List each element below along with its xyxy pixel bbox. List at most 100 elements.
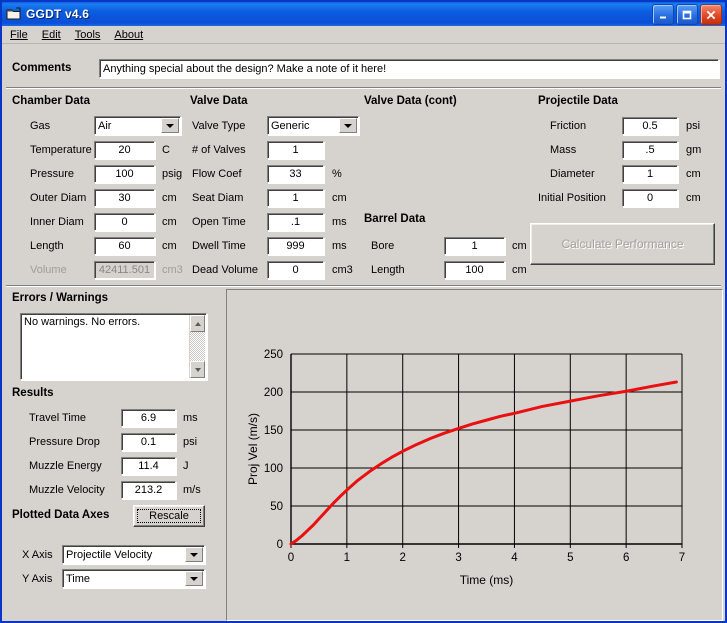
client-area: Comments Anything special about the desi…	[2, 45, 725, 621]
menu-item-file[interactable]: File	[10, 29, 28, 41]
results-travel-time-value: 6.9	[121, 409, 176, 427]
calculate-performance-button[interactable]: Calculate Performance	[530, 223, 715, 265]
chamber-data-heading: Chamber Data	[12, 95, 90, 107]
x-axis-combo[interactable]: Projectile Velocity	[62, 545, 205, 564]
valve-count-input[interactable]: 1	[267, 141, 324, 159]
x-tick-label: 4	[511, 552, 518, 564]
y-tick-label: 100	[264, 463, 283, 475]
window-title: GGDT v4.6	[26, 7, 90, 21]
projectile-mass-label: Mass	[550, 144, 577, 156]
barrel-length-label: Length	[371, 264, 405, 276]
y-tick-label: 0	[277, 539, 283, 551]
projectile-diameter-label: Diameter	[550, 168, 595, 180]
menu-item-edit-label: Edit	[41, 28, 61, 41]
valve-open-time-unit: ms	[332, 216, 347, 228]
results-pressure-drop-value: 0.1	[121, 433, 176, 451]
barrel-bore-input[interactable]: 1	[444, 237, 505, 255]
projectile-friction-input[interactable]: 0.5	[622, 117, 678, 135]
chamber-length-input[interactable]: 60	[94, 237, 155, 255]
valve-dwell-time-input[interactable]: 999	[267, 237, 324, 255]
valve-seat-diam-unit: cm	[332, 192, 347, 204]
scroll-up-icon[interactable]	[190, 315, 205, 332]
valve-data-cont-heading: Valve Data (cont)	[364, 95, 457, 107]
scrollbar-track[interactable]	[190, 332, 205, 361]
projectile-initial-position-input[interactable]: 0	[622, 189, 678, 207]
valve-flow-coef-unit: %	[332, 168, 342, 180]
valve-type-value: Generic	[271, 119, 310, 132]
menu-item-file-label: File	[10, 28, 28, 41]
chamber-gas-value: Air	[98, 119, 112, 132]
x-tick-label: 6	[623, 552, 629, 564]
projectile-mass-unit: gm	[686, 144, 702, 156]
y-axis-combo[interactable]: Time	[62, 569, 205, 588]
maximize-button[interactable]	[676, 4, 698, 25]
errors-scrollbar[interactable]	[189, 315, 205, 378]
comments-label: Comments	[12, 62, 72, 74]
rescale-button[interactable]: Rescale	[133, 505, 205, 527]
valve-seat-diam-label: Seat Diam	[192, 192, 244, 204]
barrel-bore-unit: cm	[512, 240, 527, 252]
scroll-down-icon[interactable]	[190, 361, 205, 378]
projectile-initial-position-unit: cm	[686, 192, 701, 204]
valve-flow-coef-label: Flow Coef	[192, 168, 242, 180]
chamber-inner-diam-input[interactable]: 0	[94, 213, 155, 231]
menu-item-about[interactable]: About	[114, 29, 143, 41]
results-muzzle-velocity-label: Muzzle Velocity	[29, 484, 105, 496]
menu-item-about-label: About	[114, 28, 144, 41]
y-tick-label: 250	[264, 349, 283, 361]
valve-dead-volume-label: Dead Volume	[192, 264, 259, 276]
barrel-bore-label: Bore	[371, 240, 395, 252]
chevron-down-icon[interactable]	[185, 547, 203, 562]
errors-warnings-textarea[interactable]: No warnings. No errors.	[20, 313, 207, 380]
chamber-gas-combo[interactable]: Air	[94, 116, 181, 135]
chamber-inner-diam-unit: cm	[162, 216, 177, 228]
y-axis-label: Y Axis	[22, 573, 53, 585]
menu-item-edit[interactable]: Edit	[42, 29, 61, 41]
chamber-outer-diam-label: Outer Diam	[30, 192, 87, 204]
valve-dead-volume-input[interactable]: 0	[267, 261, 324, 279]
valve-type-combo[interactable]: Generic	[267, 116, 359, 135]
chamber-pressure-input[interactable]: 100	[94, 165, 155, 183]
projectile-mass-input[interactable]: .5	[622, 141, 678, 159]
valve-flow-coef-input[interactable]: 33	[267, 165, 324, 183]
barrel-length-input[interactable]: 100	[444, 261, 505, 279]
chamber-length-unit: cm	[162, 240, 177, 252]
chamber-outer-diam-unit: cm	[162, 192, 177, 204]
results-muzzle-energy-value: 11.4	[121, 457, 176, 475]
plot-panel[interactable]: 0 1 2 3 4 5 6 7 0 50 100 150 200 250 Time (ms) Proj Vel…	[226, 289, 723, 621]
chevron-down-icon[interactable]	[185, 571, 203, 586]
valve-data-heading: Valve Data	[190, 95, 248, 107]
chamber-length-label: Length	[30, 240, 64, 252]
valve-open-time-input[interactable]: .1	[267, 213, 324, 231]
y-axis-value: Time	[66, 572, 91, 585]
chamber-pressure-label: Pressure	[30, 168, 75, 180]
series-line	[289, 380, 678, 546]
results-pressure-drop-label: Pressure Drop	[29, 436, 100, 448]
valve-seat-diam-input[interactable]: 1	[267, 189, 324, 207]
chevron-down-icon[interactable]	[339, 118, 357, 133]
x-axis-label: X Axis	[22, 549, 53, 561]
x-tick-label: 0	[288, 552, 294, 564]
app-icon	[6, 7, 22, 21]
chevron-down-icon[interactable]	[161, 118, 179, 133]
minimize-button[interactable]	[652, 4, 674, 25]
errors-warnings-text: No warnings. No errors.	[24, 316, 141, 328]
close-button[interactable]	[700, 4, 722, 25]
y-tick-label: 200	[264, 387, 283, 399]
barrel-data-heading: Barrel Data	[364, 213, 426, 225]
chamber-temperature-input[interactable]: 20	[94, 141, 155, 159]
projectile-diameter-input[interactable]: 1	[622, 165, 678, 183]
valve-dead-volume-unit: cm3	[332, 264, 353, 276]
chamber-outer-diam-input[interactable]: 30	[94, 189, 155, 207]
valve-count-label: # of Valves	[192, 144, 246, 156]
results-muzzle-velocity-value: 213.2	[121, 481, 176, 499]
menu-item-tools[interactable]: Tools	[75, 29, 101, 41]
results-muzzle-energy-unit: J	[183, 460, 189, 472]
y-tick-label: 150	[264, 425, 283, 437]
x-axis-value: Projectile Velocity	[66, 548, 153, 561]
chamber-gas-label: Gas	[30, 120, 51, 132]
separator-lower	[6, 285, 721, 287]
chamber-pressure-unit: psig	[162, 168, 183, 180]
projectile-friction-label: Friction	[550, 120, 587, 132]
comments-input[interactable]: Anything special about the design? Make …	[99, 59, 719, 78]
